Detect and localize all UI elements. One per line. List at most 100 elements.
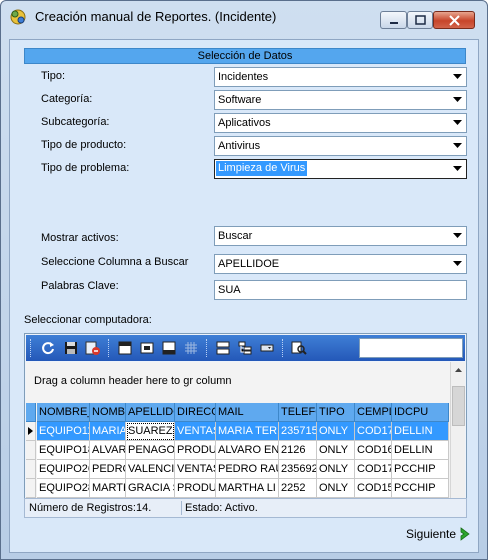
table-cell[interactable]: DELLIN	[392, 422, 449, 441]
chevron-down-icon[interactable]	[449, 68, 466, 86]
find-button[interactable]	[289, 338, 309, 358]
refresh-button[interactable]	[38, 338, 58, 358]
table-cell[interactable]: DELLIN	[392, 441, 449, 460]
next-button[interactable]: Siguiente	[406, 527, 472, 541]
table-cell[interactable]: EQUIPO114	[37, 422, 90, 441]
minimize-button[interactable]	[380, 11, 407, 29]
layout-button[interactable]	[115, 338, 135, 358]
print-preview-button[interactable]	[137, 338, 157, 358]
palabras-clave-input[interactable]	[215, 281, 466, 299]
tipo-producto-select[interactable]: Antivirus	[214, 136, 467, 156]
row-selector[interactable]	[26, 441, 36, 460]
column-header[interactable]: IDCPU	[392, 403, 449, 422]
table-cell[interactable]: ONLY	[317, 460, 355, 479]
chevron-down-icon[interactable]	[449, 227, 466, 245]
chevron-down-icon[interactable]	[449, 91, 466, 109]
table-cell[interactable]: PRODUC	[175, 441, 216, 460]
save-button[interactable]	[61, 338, 81, 358]
toolbar-grip[interactable]	[206, 339, 209, 357]
toolbar-grip[interactable]	[282, 339, 285, 357]
table-cell[interactable]: COD15	[355, 479, 392, 498]
table-cell[interactable]: ALVAR	[90, 441, 126, 460]
table-cell[interactable]: 235715	[279, 422, 317, 441]
scroll-thumb[interactable]	[452, 386, 465, 426]
table-cell[interactable]: PRODUC	[175, 479, 216, 498]
table-cell[interactable]: EQUIPO26	[37, 460, 90, 479]
palabras-clave-field[interactable]	[214, 280, 467, 300]
column-chooser-button[interactable]	[257, 338, 277, 358]
row-selector[interactable]	[26, 479, 36, 498]
table-cell[interactable]: MARIA	[90, 422, 126, 441]
close-icon	[448, 14, 460, 26]
column-header[interactable]: TELEFO	[279, 403, 317, 422]
save-icon	[65, 342, 77, 354]
next-label: Siguiente	[406, 527, 457, 541]
tree-view-button[interactable]	[235, 338, 255, 358]
table-row[interactable]: EQUIPO26 PEDRO VALENCI/ VENTAS PEDRO RAU…	[26, 460, 449, 479]
categoria-select[interactable]: Software	[214, 90, 467, 110]
table-cell[interactable]: EQUIPO187	[37, 441, 90, 460]
grid-search-input[interactable]	[360, 339, 462, 357]
table-cell[interactable]: VENTAS	[175, 460, 216, 479]
table-cell[interactable]: MARTH	[90, 479, 126, 498]
table-cell[interactable]: ALVARO EN	[216, 441, 279, 460]
table-cell[interactable]: ONLY	[317, 441, 355, 460]
title-bar[interactable]: Creación manual de Reportes. (Incidente)	[1, 1, 487, 31]
column-header[interactable]: DIRECO	[175, 403, 216, 422]
export-button[interactable]	[83, 338, 103, 358]
row-selector[interactable]	[26, 422, 36, 441]
chevron-down-icon[interactable]	[449, 114, 466, 132]
table-cell[interactable]: ONLY	[317, 479, 355, 498]
table-cell[interactable]: VALENCI/	[126, 460, 175, 479]
table-cell[interactable]: PENAGOS	[126, 441, 175, 460]
table-cell[interactable]: PEDRO	[90, 460, 126, 479]
table-cell[interactable]: ONLY	[317, 422, 355, 441]
table-cell[interactable]: 2126	[279, 441, 317, 460]
seleccionar-computadora-label: Seleccionar computadora:	[24, 314, 152, 326]
chevron-down-icon[interactable]	[449, 137, 466, 155]
subcategoria-select[interactable]: Aplicativos	[214, 113, 467, 133]
table-cell[interactable]: COD17	[355, 460, 392, 479]
column-header[interactable]: APELLIDO	[126, 403, 175, 422]
table-cell[interactable]: MARTHA LI	[216, 479, 279, 498]
mostrar-activos-select[interactable]: Buscar	[214, 226, 467, 246]
table-row[interactable]: EQUIPO283 MARTH GRACIA S PRODUC MARTHA L…	[26, 479, 449, 498]
chevron-down-icon[interactable]	[449, 255, 466, 273]
column-header[interactable]: NOMBRE_E	[37, 403, 90, 422]
table-row[interactable]: EQUIPO187 ALVAR PENAGOS PRODUC ALVARO EN…	[26, 441, 449, 460]
grid-vertical-scrollbar[interactable]	[450, 362, 465, 515]
table-cell[interactable]: PEDRO RAU	[216, 460, 279, 479]
table-cell[interactable]: COD16	[355, 441, 392, 460]
table-cell[interactable]: PCCHIP	[392, 460, 449, 479]
table-header-row: NOMBRE_E NOMBF APELLIDO DIRECO MAIL TELE…	[26, 403, 449, 422]
expand-rows-button[interactable]	[213, 338, 233, 358]
table-cell[interactable]: 2252	[279, 479, 317, 498]
columna-buscar-select[interactable]: APELLIDOE	[214, 254, 467, 274]
footer-button[interactable]	[159, 338, 179, 358]
chevron-down-icon[interactable]	[449, 160, 466, 178]
row-selector[interactable]	[26, 460, 36, 479]
table-cell[interactable]: VENTAS	[175, 422, 216, 441]
column-header[interactable]: TIPO	[317, 403, 355, 422]
tipo-select[interactable]: Incidentes	[214, 67, 467, 87]
column-header[interactable]: NOMBF	[90, 403, 126, 422]
grid-search-field[interactable]	[359, 338, 463, 358]
column-header[interactable]: CEMPL	[355, 403, 392, 422]
column-header[interactable]: MAIL	[216, 403, 279, 422]
table-cell[interactable]: EQUIPO283	[37, 479, 90, 498]
scroll-up-button[interactable]	[451, 362, 466, 377]
table-cell[interactable]: COD17	[355, 422, 392, 441]
toolbar-grip[interactable]	[30, 339, 33, 357]
toolbar-grip[interactable]	[108, 339, 111, 357]
table-cell[interactable]: GRACIA S	[126, 479, 175, 498]
tipo-problema-select[interactable]: Limpieza de Virus	[214, 159, 467, 179]
table-cell[interactable]: PCCHIP	[392, 479, 449, 498]
mostrar-activos-label: Mostrar activos:	[41, 232, 119, 244]
table-cell[interactable]: 235692	[279, 460, 317, 479]
maximize-button[interactable]	[407, 11, 433, 29]
grid-lines-button[interactable]	[181, 338, 201, 358]
table-row[interactable]: EQUIPO114 MARIA SUAREZ I VENTAS MARIA TE…	[26, 422, 449, 441]
close-button[interactable]	[433, 11, 475, 29]
table-cell[interactable]: SUAREZ I	[126, 422, 175, 441]
table-cell[interactable]: MARIA TERI	[216, 422, 279, 441]
